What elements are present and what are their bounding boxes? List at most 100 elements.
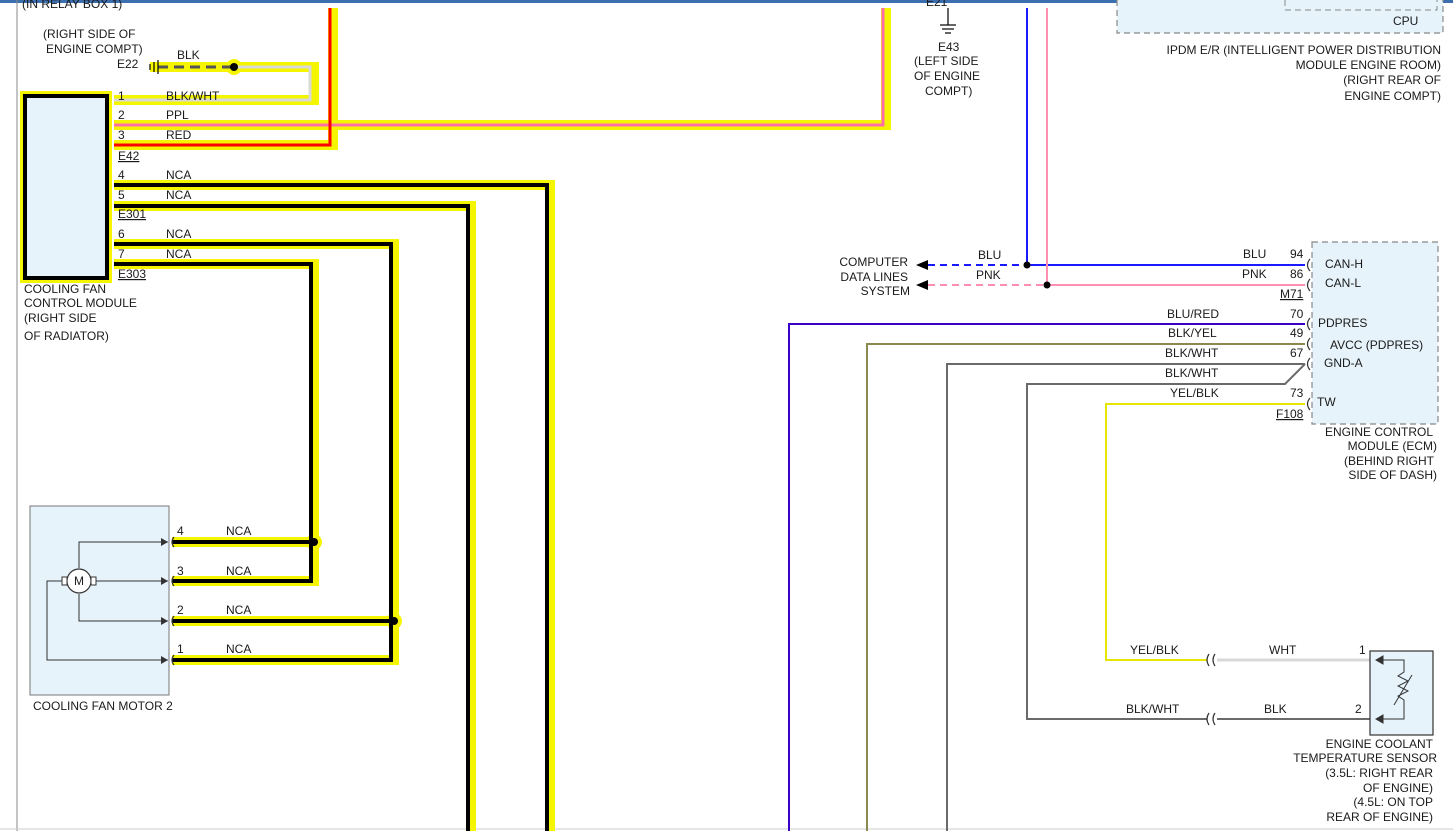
cooling-fan-control-module[interactable]	[23, 94, 109, 280]
ecm-signal-pdpres: PDPRES	[1318, 316, 1367, 330]
ecm-name-1: ENGINE CONTROL	[1325, 425, 1433, 439]
motor-wire-3: NCA	[226, 564, 251, 578]
sensor-location-3: (4.5L: ON TOP	[1353, 795, 1433, 809]
sensor-name-1: ENGINE COOLANT	[1326, 737, 1434, 751]
data-lines-wire-blu: BLU	[978, 248, 1001, 262]
module-pin-7: 7	[118, 247, 125, 261]
wire-yel-blk-tw	[1105, 403, 1305, 661]
e22-wire-color: BLK	[177, 48, 200, 62]
e43-location-3: COMPT)	[925, 84, 972, 98]
e43-location-2: OF ENGINE	[914, 69, 980, 83]
module-wire-3: RED	[166, 128, 192, 142]
ipdm-name-2: MODULE ENGINE ROOM)	[1296, 58, 1441, 72]
data-lines-label-1: COMPUTER	[839, 255, 908, 269]
ecm-connector-f108: F108	[1276, 407, 1304, 421]
data-lines-wire-pnk: PNK	[976, 268, 1001, 282]
sensor-location-4: REAR OF ENGINE)	[1326, 810, 1433, 824]
wire-blk-wht-gnd-67	[946, 363, 1305, 831]
data-lines-label-2: DATA LINES	[840, 270, 908, 284]
motor-brush-right	[90, 576, 97, 586]
module-wire-2: PPL	[166, 108, 189, 122]
connector-e42: E42	[118, 149, 140, 163]
sensor-harness-wire-2: BLK/WHT	[1126, 702, 1180, 716]
motor-wire-2: NCA	[226, 603, 251, 617]
module-pin-3: 3	[118, 128, 125, 142]
ecm-connector-m71: M71	[1280, 287, 1304, 301]
sensor-connector-glyphs	[1206, 653, 1216, 726]
ecm-signal-can-h: CAN-H	[1325, 257, 1363, 271]
ecm-pin-49: 49	[1290, 326, 1304, 340]
splice-can-l	[1043, 281, 1051, 289]
motor-wire-4: NCA	[226, 524, 251, 538]
connector-e301: E301	[118, 207, 146, 221]
e22-location-line2: ENGINE COMPT)	[46, 42, 143, 56]
ecm-signal-can-l: CAN-L	[1325, 276, 1361, 290]
motor-name: COOLING FAN MOTOR 2	[33, 699, 173, 713]
sensor-wire-1: WHT	[1269, 643, 1297, 657]
motor-brush-left	[61, 576, 68, 586]
sensor-wire-2: BLK	[1264, 702, 1287, 716]
e22-location-line1: (RIGHT SIDE OF	[43, 27, 135, 41]
ecm-pin-94: 94	[1290, 247, 1304, 261]
ecm-location-2: SIDE OF DASH)	[1348, 468, 1437, 482]
module-name-line1: COOLING FAN	[24, 282, 106, 296]
ipdm-location-1: (RIGHT REAR OF	[1343, 73, 1441, 87]
sensor-location-2: OF ENGINE)	[1363, 781, 1433, 795]
ecm-wire-86: PNK	[1242, 267, 1267, 281]
arrow-data-lines-1	[916, 260, 928, 270]
sensor-pin-1: 1	[1359, 643, 1366, 657]
ipdm-cpu: CPU	[1393, 14, 1418, 28]
splice-motor-4	[310, 538, 318, 546]
ecm-pin-86: 86	[1290, 267, 1304, 281]
splice-motor-2	[390, 617, 398, 625]
sensor-name-2: TEMPERATURE SENSOR	[1293, 751, 1437, 765]
ecm-signal-avcc: AVCC (PDPRES)	[1330, 338, 1423, 352]
module-wire-1: BLK/WHT	[166, 89, 220, 103]
e43-location-1: (LEFT SIDE	[914, 54, 978, 68]
wire-blk-wht-gnd-sensor	[1026, 363, 1306, 720]
ecm-signal-tw: TW	[1317, 395, 1336, 409]
motor-pin-1: 1	[177, 642, 184, 656]
sensor-pin-2: 2	[1355, 702, 1362, 716]
sensor-harness-wire-1: YEL/BLK	[1130, 643, 1179, 657]
splice-e22	[230, 63, 238, 71]
module-pin-6: 6	[118, 227, 125, 241]
motor-symbol-label: M	[74, 574, 84, 588]
motor-connector-brackets	[171, 536, 175, 666]
module-pin-5: 5	[118, 188, 125, 202]
ecm-pin-67: 67	[1290, 346, 1304, 360]
ecm-connector-brackets	[1306, 258, 1311, 411]
module-pin-4: 4	[118, 168, 125, 182]
ecm-name-2: MODULE (ECM)	[1348, 439, 1437, 453]
ecm-pin-73: 73	[1290, 386, 1304, 400]
e22-connector-label: E22	[117, 57, 139, 71]
motor-pin-2: 2	[177, 603, 184, 617]
cooling-fan-motor-2[interactable]	[29, 505, 170, 696]
wire-blk-yel-avcc	[866, 343, 1305, 831]
splice-can-h	[1023, 261, 1031, 269]
motor-wire-1: NCA	[226, 642, 251, 656]
highlight-layer	[114, 8, 891, 831]
ecm-wire-49: BLK/YEL	[1168, 326, 1217, 340]
ecm-signal-gnd-a: GND-A	[1324, 356, 1363, 370]
sensor-location-1: (3.5L: RIGHT REAR	[1325, 766, 1433, 780]
e43-connector: E43	[938, 40, 960, 54]
motor-pin-3: 3	[177, 564, 184, 578]
ecm-wire-73: YEL/BLK	[1170, 386, 1219, 400]
module-location-line2: OF RADIATOR)	[24, 329, 109, 343]
ecm-location-1: (BEHIND RIGHT	[1344, 454, 1435, 468]
ecm-wire-67: BLK/WHT	[1165, 346, 1219, 360]
arrow-data-lines-2	[916, 280, 928, 290]
e43-cut-label: E21	[926, 0, 948, 9]
module-wire-5: NCA	[166, 188, 191, 202]
ipdm-name-1: IPDM E/R (INTELLIGENT POWER DISTRIBUTION	[1167, 43, 1441, 57]
module-pin-2: 2	[118, 108, 125, 122]
ecm-wire-70: BLU/RED	[1167, 307, 1219, 321]
module-wire-4: NCA	[166, 168, 191, 182]
ground-symbol-e43	[940, 24, 956, 34]
module-wire-7: NCA	[166, 247, 191, 261]
ecm-wire-gnd-sensor: BLK/WHT	[1165, 366, 1219, 380]
connector-e303: E303	[118, 267, 146, 281]
wire-nca-pin4	[114, 183, 549, 831]
module-location-line1: (RIGHT SIDE	[24, 311, 96, 325]
